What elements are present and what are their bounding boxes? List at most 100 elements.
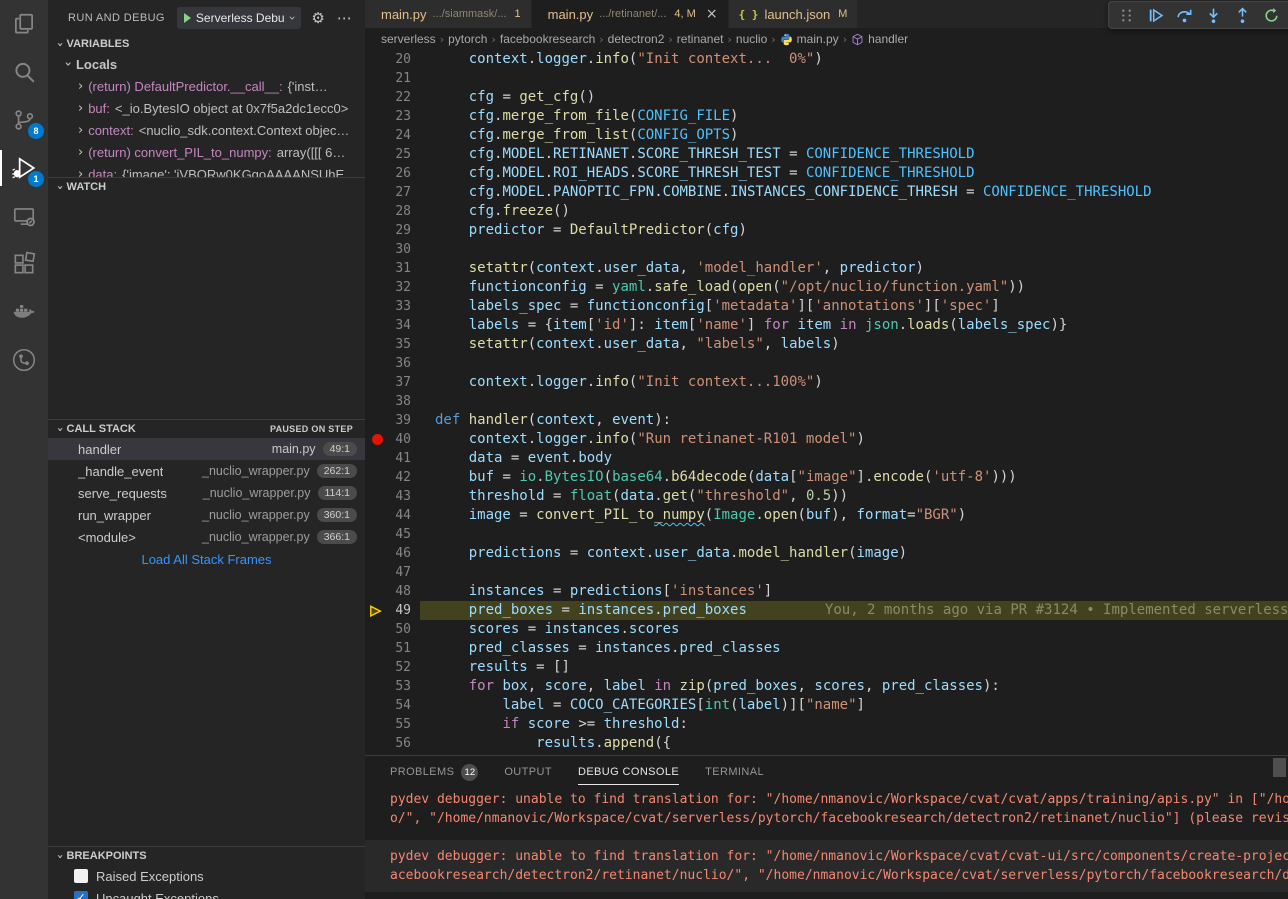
code-line-21[interactable]: 21 bbox=[365, 69, 1288, 88]
panel-tab-problems[interactable]: PROBLEMS12 bbox=[390, 756, 478, 788]
code-line-47[interactable]: 47 bbox=[365, 563, 1288, 582]
code-line-22[interactable]: 22 cfg = get_cfg() bbox=[365, 88, 1288, 107]
activity-git-graph[interactable] bbox=[0, 336, 48, 384]
code-line-31[interactable]: 31 setattr(context.user_data, 'model_han… bbox=[365, 259, 1288, 278]
stack-frame[interactable]: _handle_event_nuclio_wrapper.py262:1 bbox=[48, 460, 365, 482]
stack-frame[interactable]: serve_requests_nuclio_wrapper.py114:1 bbox=[48, 482, 365, 504]
close-icon[interactable]: × bbox=[706, 6, 718, 22]
console-output-line[interactable]: acebookresearch/detectron2/retinanet/nuc… bbox=[390, 866, 1288, 885]
breadcrumb-item-retinanet[interactable]: retinanet bbox=[677, 32, 724, 46]
code-line-40[interactable]: 40 context.logger.info("Run retinanet-R1… bbox=[365, 430, 1288, 449]
panel-tab-debug-console[interactable]: DEBUG CONSOLE bbox=[578, 756, 679, 788]
variable-row[interactable]: ›(return) DefaultPredictor.__call__:{'in… bbox=[48, 75, 365, 97]
breakpoints-section-header[interactable]: › BREAKPOINTS bbox=[48, 847, 365, 865]
code-line-43[interactable]: 43 threshold = float(data.get("threshold… bbox=[365, 487, 1288, 506]
code-line-53[interactable]: 53 for box, score, label in zip(pred_box… bbox=[365, 677, 1288, 696]
breadcrumb-item-detectron2[interactable]: detectron2 bbox=[608, 32, 665, 46]
code-line-56[interactable]: 56 results.append({ bbox=[365, 734, 1288, 753]
activity-search[interactable] bbox=[0, 48, 48, 96]
code-line-48[interactable]: 48 instances = predictions['instances'] bbox=[365, 582, 1288, 601]
tab-launch-json[interactable]: { }launch.jsonM bbox=[729, 0, 859, 28]
restart-button[interactable] bbox=[1258, 3, 1284, 27]
variable-row[interactable]: ›context:<nuclio_sdk.context.Context obj… bbox=[48, 119, 365, 141]
breadcrumb-item-nuclio[interactable]: nuclio bbox=[736, 32, 767, 46]
load-all-stack-frames-link[interactable]: Load All Stack Frames bbox=[48, 548, 365, 570]
activity-remote-explorer[interactable] bbox=[0, 192, 48, 240]
code-line-33[interactable]: 33 labels_spec = functionconfig['metadat… bbox=[365, 297, 1288, 316]
stack-frame[interactable]: handlermain.py49:1 bbox=[48, 438, 365, 460]
debug-config-dropdown[interactable]: Serverless Debu › bbox=[177, 7, 302, 29]
code-line-32[interactable]: 32 functionconfig = yaml.safe_load(open(… bbox=[365, 278, 1288, 297]
code-line-28[interactable]: 28 cfg.freeze() bbox=[365, 202, 1288, 221]
activity-run-debug[interactable]: 1 bbox=[0, 144, 48, 192]
code-line-26[interactable]: 26 cfg.MODEL.ROI_HEADS.SCORE_THRESH_TEST… bbox=[365, 164, 1288, 183]
breakpoint-icon[interactable] bbox=[372, 434, 383, 445]
activity-docker[interactable] bbox=[0, 288, 48, 336]
console-output-line[interactable]: o/", "/home/nmanovic/Workspace/cvat/serv… bbox=[390, 809, 1288, 828]
breadcrumb-item-facebookresearch[interactable]: facebookresearch bbox=[500, 32, 595, 46]
stack-frame[interactable]: run_wrapper_nuclio_wrapper.py360:1 bbox=[48, 504, 365, 526]
code-line-34[interactable]: 34 labels = {item['id']: item['name'] fo… bbox=[365, 316, 1288, 335]
code-line-39[interactable]: 39def handler(context, event): bbox=[365, 411, 1288, 430]
code-line-37[interactable]: 37 context.logger.info("Init context...1… bbox=[365, 373, 1288, 392]
code-line-20[interactable]: 20 context.logger.info("Init context... … bbox=[365, 50, 1288, 69]
gear-icon[interactable]: ⚙ bbox=[311, 9, 324, 27]
code-line-50[interactable]: 50 scores = instances.scores bbox=[365, 620, 1288, 639]
step-out-button[interactable] bbox=[1229, 3, 1255, 27]
breadcrumb-item-handler[interactable]: handler bbox=[851, 32, 908, 46]
code-line-27[interactable]: 27 cfg.MODEL.PANOPTIC_FPN.COMBINE.INSTAN… bbox=[365, 183, 1288, 202]
checkbox-unchecked[interactable] bbox=[74, 869, 88, 883]
breakpoint-row[interactable]: Raised Exceptions bbox=[48, 865, 365, 887]
continue-button[interactable] bbox=[1142, 3, 1168, 27]
code-line-54[interactable]: 54 label = COCO_CATEGORIES[int(label)]["… bbox=[365, 696, 1288, 715]
code-line-29[interactable]: 29 predictor = DefaultPredictor(cfg) bbox=[365, 221, 1288, 240]
step-into-button[interactable] bbox=[1200, 3, 1226, 27]
panel-tab-output[interactable]: OUTPUT bbox=[504, 756, 552, 788]
code-line-30[interactable]: 30 bbox=[365, 240, 1288, 259]
code-line-38[interactable]: 38 bbox=[365, 392, 1288, 411]
activity-files[interactable] bbox=[0, 0, 48, 48]
variable-row[interactable]: ›buf:<_io.BytesIO object at 0x7f5a2dc1ec… bbox=[48, 97, 365, 119]
watch-section-header[interactable]: › WATCH bbox=[48, 178, 365, 196]
activity-extensions[interactable] bbox=[0, 240, 48, 288]
start-debug-icon[interactable] bbox=[184, 13, 191, 23]
code-line-51[interactable]: 51 pred_classes = instances.pred_classes bbox=[365, 639, 1288, 658]
code-line-25[interactable]: 25 cfg.MODEL.RETINANET.SCORE_THRESH_TEST… bbox=[365, 145, 1288, 164]
code-line-46[interactable]: 46 predictions = context.user_data.model… bbox=[365, 544, 1288, 563]
more-actions-icon[interactable]: ⋯ bbox=[337, 9, 353, 27]
tab-main-py[interactable]: main.py.../retinanet/...4, M× bbox=[532, 0, 729, 28]
breadcrumb-item-serverless[interactable]: serverless bbox=[381, 32, 436, 46]
tab-main-py[interactable]: main.py.../siammask/...1 bbox=[365, 0, 532, 28]
code-line-52[interactable]: 52 results = [] bbox=[365, 658, 1288, 677]
checkbox-checked[interactable]: ✓ bbox=[74, 891, 88, 899]
code-line-35[interactable]: 35 setattr(context.user_data, "labels", … bbox=[365, 335, 1288, 354]
code-editor[interactable]: 20 context.logger.info("Init context... … bbox=[365, 50, 1288, 755]
toolbar-grip-handle[interactable] bbox=[1113, 3, 1139, 27]
code-line-41[interactable]: 41 data = event.body bbox=[365, 449, 1288, 468]
stack-frame[interactable]: <module>_nuclio_wrapper.py366:1 bbox=[48, 526, 365, 548]
code-line-44[interactable]: 44 image = convert_PIL_to_numpy(Image.op… bbox=[365, 506, 1288, 525]
code-line-23[interactable]: 23 cfg.merge_from_file(CONFIG_FILE) bbox=[365, 107, 1288, 126]
breadcrumb-item-main-py[interactable]: main.py bbox=[780, 32, 839, 46]
step-over-button[interactable] bbox=[1171, 3, 1197, 27]
call-stack-section-header[interactable]: › CALL STACK PAUSED ON STEP bbox=[48, 420, 365, 438]
breakpoint-row[interactable]: ✓Uncaught Exceptions bbox=[48, 887, 365, 899]
variables-section-header[interactable]: › VARIABLES bbox=[48, 35, 365, 53]
variable-row[interactable]: ›(return) convert_PIL_to_numpy:array([[[… bbox=[48, 141, 365, 163]
variable-row[interactable]: ›data:{'image': 'iVBORw0KGgoAAAANSUhE… bbox=[48, 163, 365, 177]
code-line-36[interactable]: 36 bbox=[365, 354, 1288, 373]
code-line-45[interactable]: 45 bbox=[365, 525, 1288, 544]
breadcrumb-item-pytorch[interactable]: pytorch bbox=[448, 32, 487, 46]
scope-locals[interactable]: › Locals bbox=[48, 53, 365, 75]
console-output-line[interactable]: pydev debugger: unable to find translati… bbox=[390, 847, 1288, 866]
code-text: setattr(context.user_data, 'model_handle… bbox=[435, 259, 924, 278]
code-line-55[interactable]: 55 if score >= threshold: bbox=[365, 715, 1288, 734]
line-number: 23 bbox=[365, 107, 411, 126]
panel-scrollbar[interactable] bbox=[1273, 758, 1286, 777]
console-output-line[interactable]: pydev debugger: unable to find translati… bbox=[390, 790, 1288, 809]
code-line-42[interactable]: 42 buf = io.BytesIO(base64.b64decode(dat… bbox=[365, 468, 1288, 487]
code-line-49[interactable]: 49 pred_boxes = instances.pred_boxesYou,… bbox=[365, 601, 1288, 620]
code-line-24[interactable]: 24 cfg.merge_from_list(CONFIG_OPTS) bbox=[365, 126, 1288, 145]
activity-source-control[interactable]: 8 bbox=[0, 96, 48, 144]
panel-tab-terminal[interactable]: TERMINAL bbox=[705, 756, 764, 788]
